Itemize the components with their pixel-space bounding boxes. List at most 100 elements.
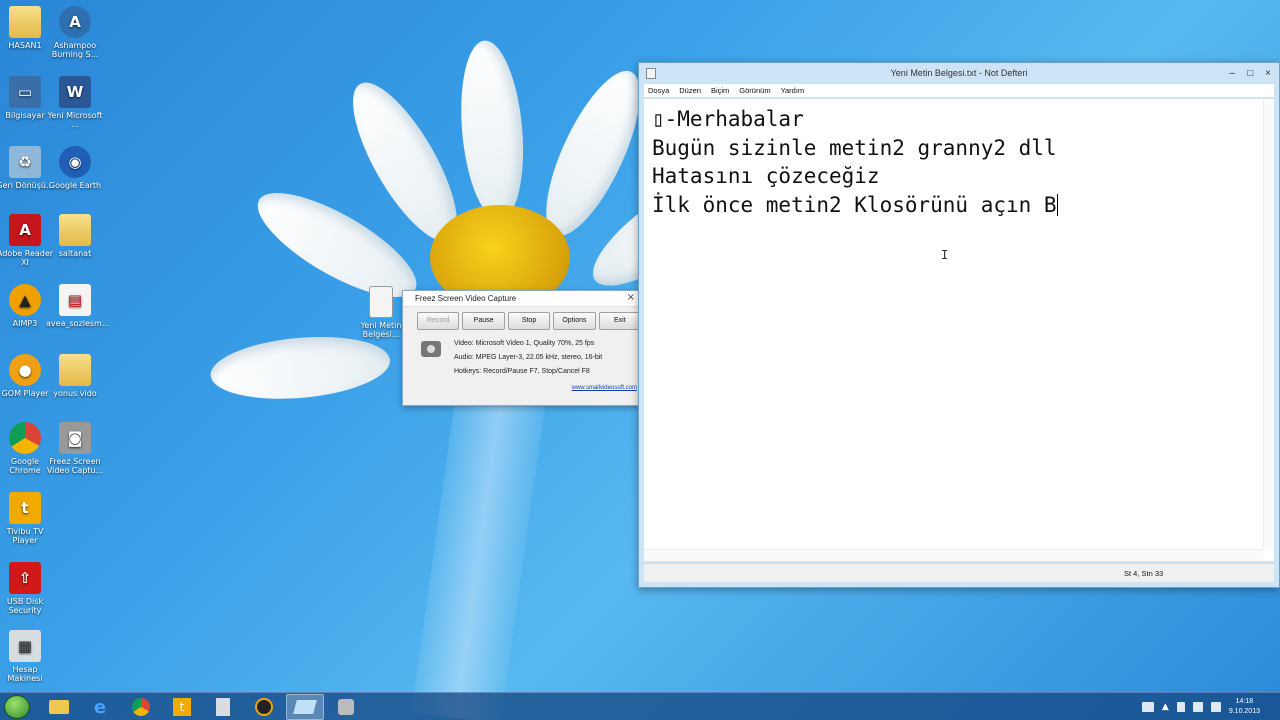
editor-text: ▯-Merhabalar Bugün sizinle metin2 granny2… <box>652 105 1058 219</box>
flower-petal <box>208 330 393 406</box>
gom-player-icon: ● <box>9 354 41 386</box>
folder-icon <box>9 6 41 38</box>
chrome-icon[interactable] <box>122 694 160 720</box>
aimp-icon: ▲ <box>9 284 41 316</box>
cursor-position: St 4, Stn 33 <box>1124 569 1164 578</box>
desktop-icon-google-earth[interactable]: ◉ Google Earth <box>46 146 104 190</box>
file-explorer-icon[interactable] <box>40 694 78 720</box>
desktop-icon-label: Google Earth <box>48 181 102 190</box>
desktop-icon-calculator[interactable]: ▦ Hesap Makinesi <box>0 630 54 683</box>
stop-button[interactable]: Stop <box>507 312 551 330</box>
desktop-icon-avea-pdf[interactable]: ▤ avea_sozlesm... <box>46 284 110 328</box>
word-doc-icon: W <box>59 76 91 108</box>
menu-bar: Dosya Düzen Biçim Görünüm Yardım <box>644 84 1274 97</box>
freez-window: Freez Screen Video Capture × Record Paus… <box>402 290 642 406</box>
text-line: ▯-Merhabalar <box>652 107 804 131</box>
menu-help[interactable]: Yardım <box>781 84 805 97</box>
desktop-icon-saltanat[interactable]: saltanat <box>46 214 104 258</box>
options-button[interactable]: Options <box>553 312 596 330</box>
desktop-icon-label: Tivibu TV Player <box>6 527 44 545</box>
system-tray: ▲ 14:18 9.10.2013 <box>1141 693 1280 720</box>
desktop-icon-freez-screen[interactable]: ◙ Freez Screen Video Captu... <box>46 422 104 475</box>
desktop-icon-label: yonus vido <box>53 389 97 398</box>
freez-info: Video: Microsoft Video 1, Quality 70%, 2… <box>454 337 602 379</box>
keyboard-icon[interactable] <box>1141 702 1154 712</box>
menu-file[interactable]: Dosya <box>648 84 669 97</box>
notepad-titlebar: Yeni Metin Belgesi.txt - Not Defteri – □… <box>639 63 1279 84</box>
vertical-scrollbar[interactable] <box>1263 99 1274 549</box>
desktop-icon-label: Yeni Microsoft ... <box>47 111 103 129</box>
network-icon[interactable] <box>1192 702 1203 712</box>
video-setting: Video: Microsoft Video 1, Quality 70%, 2… <box>454 340 595 347</box>
text-line: Hatasını çözeceğiz <box>652 164 880 188</box>
window-controls: – □ × <box>1230 63 1271 84</box>
flower-petal <box>454 38 530 223</box>
adobe-reader-icon: A <box>9 214 41 246</box>
minimize-button[interactable]: – <box>1230 63 1236 84</box>
menu-edit[interactable]: Düzen <box>679 84 701 97</box>
text-caret <box>1056 193 1058 216</box>
gom-player-icon[interactable] <box>245 694 283 720</box>
desktop-icon-word-doc[interactable]: W Yeni Microsoft ... <box>46 76 104 129</box>
desktop-icon-label: USB Disk Security <box>6 597 44 615</box>
website-link[interactable]: www.smallvideosoft.com <box>572 385 637 391</box>
text-editor[interactable]: ▯-Merhabalar Bugün sizinle metin2 granny2… <box>644 98 1274 561</box>
menu-view[interactable]: Görünüm <box>739 84 770 97</box>
flag-icon[interactable] <box>1176 702 1185 712</box>
desktop-icon-label: Hesap Makinesi <box>7 665 43 683</box>
usb-security-icon: ⇧ <box>9 562 41 594</box>
pause-button[interactable]: Pause <box>462 312 505 330</box>
computer-icon: ▭ <box>9 76 41 108</box>
start-button[interactable] <box>4 695 30 719</box>
freez-title: Freez Screen Video Capture <box>403 291 641 307</box>
chrome-icon <box>9 422 41 454</box>
menu-format[interactable]: Biçim <box>711 84 729 97</box>
desktop-icon-tivibu[interactable]: t Tivibu TV Player <box>0 492 54 545</box>
camera-icon: ◙ <box>59 422 91 454</box>
calculator-icon[interactable] <box>204 694 242 720</box>
desktop-icon-usb-disk-security[interactable]: ⇧ USB Disk Security <box>0 562 54 615</box>
text-line-content: İlk önce metin2 Klosörünü açın B <box>652 192 1057 217</box>
volume-icon[interactable] <box>1210 702 1221 712</box>
recycle-bin-icon: ♻ <box>9 146 41 178</box>
window-title: Yeni Metin Belgesi.txt - Not Defteri <box>890 68 1028 78</box>
ashampoo-icon: A <box>59 6 91 38</box>
maximize-button[interactable]: □ <box>1247 63 1253 84</box>
desktop-icon-label: saltanat <box>58 249 92 258</box>
close-button[interactable]: × <box>1265 63 1271 84</box>
freez-close-button[interactable]: × <box>627 292 635 303</box>
folder-icon <box>59 214 91 246</box>
camera-icon <box>421 341 441 357</box>
desktop-icon-label: Ashampoo Burning S... <box>51 41 99 59</box>
tivibu-icon: t <box>9 492 41 524</box>
text-line: İlk önce metin2 Klosörünü açın B <box>652 191 1058 220</box>
google-earth-icon: ◉ <box>59 146 91 178</box>
tivibu-icon[interactable]: t <box>163 694 201 720</box>
horizontal-scrollbar[interactable] <box>644 549 1263 561</box>
clock-time: 14:18 <box>1235 698 1254 705</box>
arrow-up-icon[interactable]: ▲ <box>1162 702 1169 712</box>
notepad-icon[interactable] <box>286 694 324 720</box>
ibeam-cursor-icon: I <box>941 248 949 262</box>
freez-toolbar: Record Pause Stop Options Exit <box>403 307 642 330</box>
taskbar: e t ▲ 14:18 9.10.2013 <box>0 692 1280 720</box>
desktop-icon-yonus-vido[interactable]: yonus vido <box>46 354 104 398</box>
status-bar: St 4, Stn 33 <box>644 563 1274 582</box>
desktop-icon-label: avea_sozlesm... <box>46 319 110 328</box>
notepad-icon <box>646 68 656 79</box>
camera-icon[interactable] <box>327 694 365 720</box>
exit-button[interactable]: Exit <box>598 312 642 330</box>
clock-date: 9.10.2013 <box>1228 708 1260 715</box>
hotkeys-setting: Hotkeys: Record/Pause F7, Stop/Cancel F8 <box>454 368 590 375</box>
clock[interactable]: 14:18 9.10.2013 <box>1229 697 1260 717</box>
desktop-icon-label: Freez Screen Video Captu... <box>46 457 104 475</box>
folder-icon <box>59 354 91 386</box>
notepad-window: Yeni Metin Belgesi.txt - Not Defteri – □… <box>638 62 1280 588</box>
record-button[interactable]: Record <box>417 312 460 330</box>
calculator-icon: ▦ <box>9 630 41 662</box>
desktop-icon-ashampoo[interactable]: A Ashampoo Burning S... <box>46 6 104 59</box>
audio-setting: Audio: MPEG Layer-3, 22.05 kHz, stereo, … <box>454 354 603 361</box>
text-file-icon <box>369 286 393 318</box>
internet-explorer-icon[interactable]: e <box>81 694 119 720</box>
pdf-icon: ▤ <box>59 284 91 316</box>
